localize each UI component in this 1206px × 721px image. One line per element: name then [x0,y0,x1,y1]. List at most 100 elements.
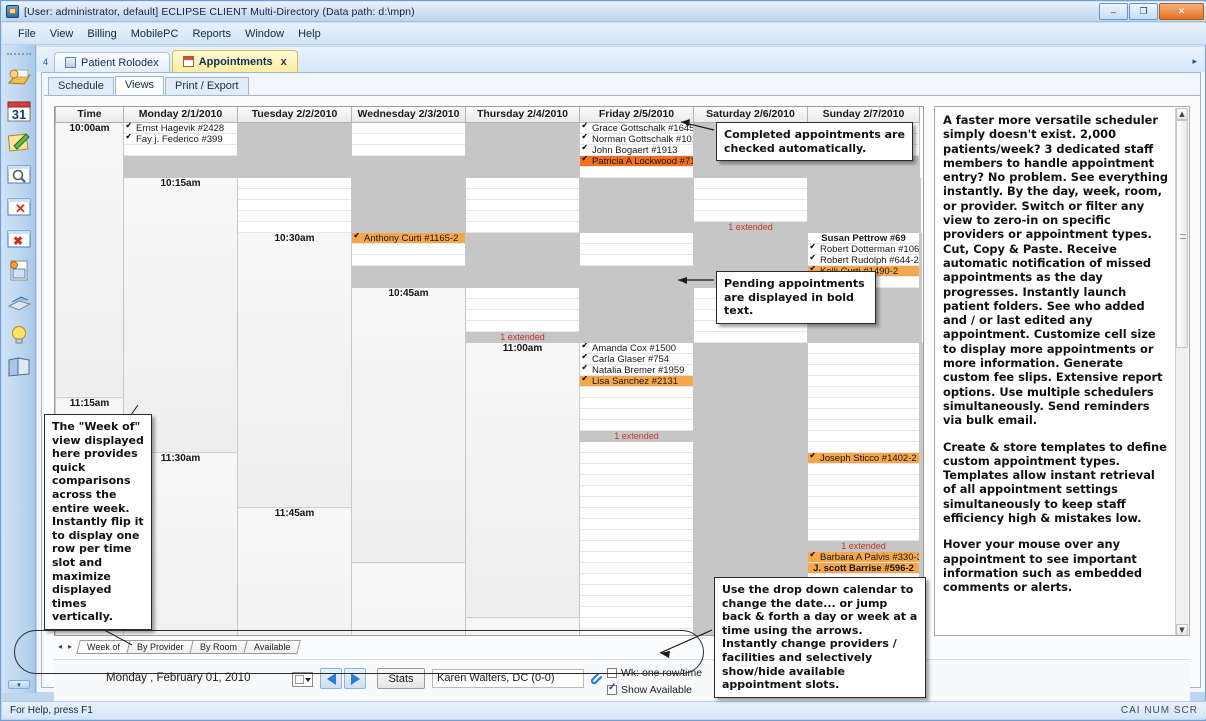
cell-mon-overflow[interactable] [579,562,694,618]
view-tab-by-provider[interactable]: By Provider [126,639,195,654]
empty-slot[interactable] [124,144,237,156]
menu-billing[interactable]: Billing [81,26,122,42]
menu-reports[interactable]: Reports [186,26,237,42]
menu-window[interactable]: Window [239,26,290,42]
stats-button[interactable]: Stats [377,668,425,689]
appointment-item[interactable]: Barbara A Palvis #330-3 [808,551,919,563]
tabstrip-left-arrow[interactable]: 4 [39,57,54,72]
cell-mon-1015[interactable] [237,177,352,233]
checkbox-show-available[interactable]: Show Available [607,682,702,697]
cell-mon-1100[interactable]: Amanda Cox #1500 Carla Glaser #754 Natal… [579,342,694,398]
appointment-item-pending[interactable]: J. scott Barrise #596-2 [808,562,919,574]
maximize-button[interactable]: ❐ [1129,3,1158,20]
cell-thu-1000[interactable] [465,122,580,178]
view-tab-by-room[interactable]: By Room [189,639,249,654]
appointment-item[interactable]: John Bogaert #1913 [580,144,693,156]
new-document-icon[interactable] [6,258,32,284]
search-window-icon[interactable] [6,162,32,188]
cell-fri-1015[interactable]: 1 extended [693,177,808,233]
appointment-item[interactable]: Ernst Hagevik #2428 [124,122,237,134]
appointment-item[interactable]: Anthony Curti #1165-2 [352,232,465,244]
cell-tue-1100[interactable] [693,342,808,398]
scroll-down-arrow-icon[interactable]: ▼ [1176,624,1188,635]
scrollbar-thumb[interactable] [1176,120,1188,348]
close-window-icon[interactable]: ✕ [6,194,32,220]
tab-schedule[interactable]: Schedule [48,77,114,95]
cell-mon-1145[interactable] [579,507,694,563]
view-tab-prev-icon[interactable]: ◂ [58,642,62,651]
cell-tue-1115[interactable] [693,397,808,453]
tips-lightbulb-icon[interactable] [6,322,32,348]
cell-tue-1030[interactable] [465,232,580,288]
menu-file[interactable]: File [12,26,42,42]
appointment-item[interactable]: Joseph Sticco #1402-2 [808,452,919,464]
provider-select[interactable]: Karen Walters, DC (0-0) [432,669,584,688]
appointment-item[interactable]: Carla Glaser #754 [580,353,693,365]
menu-view[interactable]: View [44,26,80,42]
schedule-grid[interactable]: Time Monday 2/1/2010 Tuesday 2/2/2010 We… [54,106,924,636]
appointment-item-pending[interactable]: Susan Pettrow #69 [808,232,919,244]
cell-mon-1130[interactable] [579,452,694,508]
cell-mon-1045[interactable]: 1 extended [465,287,580,343]
notes-edit-icon[interactable] [6,130,32,156]
patient-folder-icon[interactable] [6,66,32,92]
cell-wed-1100[interactable] [807,342,920,398]
cell-mon-1115[interactable]: 1 extended [579,397,694,453]
appointment-item[interactable]: Natalia Bremer #1959 [580,364,693,376]
cell-mon-overflow-2[interactable] [579,617,694,635]
toolbar-scroll-down-button[interactable]: ▾ [8,680,30,689]
close-all-windows-icon[interactable]: ✖ [6,226,32,252]
menu-mobilepc[interactable]: MobilePC [125,26,185,42]
cell-tue-1130[interactable] [693,452,808,508]
cell-sun-1015[interactable] [919,177,921,233]
cell-sun-1045[interactable] [920,287,923,343]
tabstrip-right-arrow[interactable]: ▸ [1192,56,1205,72]
scanner-icon[interactable] [6,290,32,316]
checkbox-one-row-per-time[interactable]: Wk: one row/time [607,666,702,680]
appointment-item-selected[interactable]: Patricia A Lockwood #715-4 [580,155,693,167]
tab-views[interactable]: Views [114,76,165,95]
cell-wed-1115[interactable] [807,397,920,453]
tab-print-export[interactable]: Print / Export [165,77,249,95]
view-tab-nav[interactable]: ◂ ▸ [56,642,78,651]
appointment-item[interactable]: Grace Gottschalk #1645 [580,122,693,134]
appointment-item[interactable]: Robert Dotterman #1061 [808,243,919,255]
cell-tue-1145[interactable] [693,507,808,563]
scroll-up-arrow-icon[interactable]: ▲ [1176,108,1188,120]
calendar-icon[interactable]: 31 [6,98,32,124]
view-tab-next-icon[interactable]: ▸ [68,642,72,651]
cell-wed-1015[interactable] [465,177,580,233]
cell-fri-1000[interactable]: Grace Gottschalk #1645 Norman Gottschalk… [579,122,694,178]
date-display[interactable]: Monday , February 01, 2010 [106,672,250,684]
previous-button[interactable] [320,668,342,689]
cell-sun-1115[interactable] [921,397,923,453]
appointment-item[interactable]: Norman Gottschalk #1018 [580,133,693,145]
cell-mon-1030[interactable]: Anthony Curti #1165-2 [351,232,466,288]
checkbox-box[interactable] [607,682,617,695]
tab-patient-rolodex[interactable]: Patient Rolodex [54,52,170,72]
cell-wed-1130[interactable]: Joseph Sticco #1402-2 [807,452,920,508]
menu-help[interactable]: Help [292,26,327,42]
appointment-item[interactable]: Fay j. Federico #399 [124,133,237,145]
cell-sun-1030[interactable] [919,232,922,288]
close-button[interactable]: ✕ [1159,3,1204,20]
next-button[interactable] [344,668,366,689]
view-tab-week-of[interactable]: Week of [76,639,131,654]
appointment-item[interactable]: Amanda Cox #1500 [580,342,693,354]
cell-tue-1015[interactable] [351,177,466,233]
checkbox-box[interactable] [607,668,617,678]
calendar-dropdown-button[interactable] [292,672,313,687]
cell-tue-1045[interactable] [579,287,694,343]
tab-close-icon[interactable]: x [281,56,287,68]
minimize-button[interactable]: – [1099,3,1128,20]
view-tab-available[interactable]: Available [243,639,302,654]
cell-tue-1000[interactable] [237,122,352,178]
tab-appointments[interactable]: Appointments x [171,50,298,72]
cell-sat-1015[interactable] [807,177,920,233]
appointment-item[interactable]: Lisa Sanchez #2131 [580,375,693,387]
info-pane-scrollbar[interactable]: ▲ ▼ [1175,108,1188,635]
cell-wed-1145[interactable]: 1 extended Barbara A Palvis #330-3 [807,507,920,563]
cell-wed-1030[interactable] [579,232,694,288]
paperclip-icon[interactable] [588,670,603,689]
appointment-item[interactable]: Robert Rudolph #644-2 [808,254,919,266]
